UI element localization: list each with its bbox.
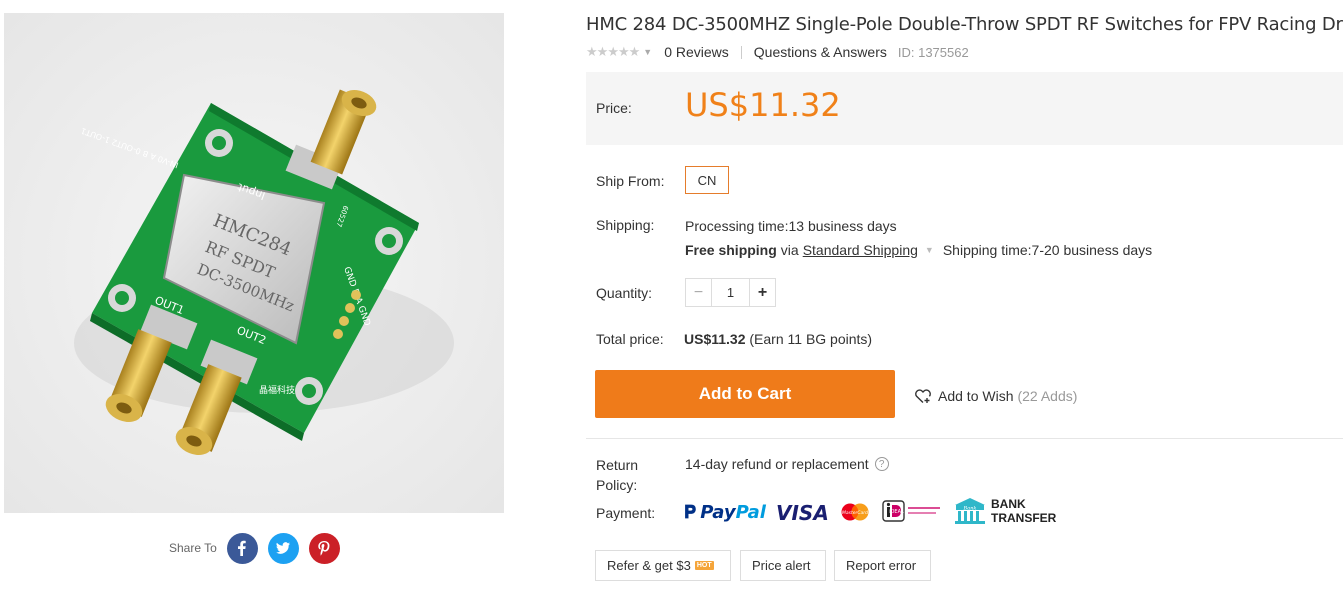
processing-time: Processing time:13 business days xyxy=(685,218,897,234)
payment-label: Payment: xyxy=(596,505,656,521)
quantity-input[interactable] xyxy=(712,279,749,306)
shipping-method-line: Free shipping via Standard Shipping ▼ Sh… xyxy=(685,242,1152,258)
shipping-label: Shipping: xyxy=(596,217,655,233)
return-policy-text: 14-day refund or replacement xyxy=(685,456,869,472)
star-icon: ★ xyxy=(628,44,641,59)
shipping-time: Shipping time:7-20 business days xyxy=(942,242,1153,258)
star-icon: ★ xyxy=(617,44,630,59)
svg-text:Bank: Bank xyxy=(963,505,977,511)
via-text: via xyxy=(780,242,799,258)
divider xyxy=(586,438,1343,439)
product-id: ID: 1375562 xyxy=(897,44,969,60)
report-error-button[interactable]: Report error xyxy=(834,550,931,581)
svg-text:iDEAL: iDEAL xyxy=(889,509,904,515)
quantity-decrease-button[interactable]: − xyxy=(686,279,712,306)
shipping-method-link[interactable]: Standard Shipping xyxy=(803,242,918,258)
star-icon: ★ xyxy=(607,44,619,59)
qa-link[interactable]: Questions & Answers xyxy=(754,44,887,60)
mastercard-logo: MasterCard xyxy=(840,503,870,521)
product-image[interactable]: HMC284 RF SPDT DC-3500MHz Input OUT1 OUT… xyxy=(4,13,504,513)
star-icon: ★ xyxy=(596,44,609,59)
total-price-value: US$11.32 xyxy=(684,331,746,347)
facebook-icon xyxy=(238,540,247,556)
add-to-wish-label: Add to Wish xyxy=(938,388,1014,404)
return-policy-label: Return Policy: xyxy=(596,457,639,493)
rating-caret-icon[interactable]: ▼ xyxy=(643,47,652,57)
share-label: Share To xyxy=(169,541,217,555)
quantity-label: Quantity: xyxy=(596,285,653,301)
star-icon: ★ xyxy=(586,44,598,59)
total-price-label: Total price: xyxy=(596,331,664,347)
free-shipping-text: Free shipping xyxy=(685,242,777,258)
ideal-logo: iDEAL xyxy=(882,500,942,524)
bank-transfer-text: BANK TRANSFER xyxy=(991,497,1056,525)
share-bar: Share To xyxy=(169,532,340,564)
rating-stars[interactable]: ★ ★ ★ ★ ★ xyxy=(586,44,641,60)
twitter-icon xyxy=(276,542,291,554)
total-price: US$11.32 (Earn 11 BG points) xyxy=(684,331,872,347)
pinterest-share-button[interactable] xyxy=(308,532,340,564)
add-to-wish-button[interactable]: Add to Wish (22 Adds) xyxy=(914,388,1077,404)
shipping-dropdown-icon[interactable]: ▼ xyxy=(925,245,934,255)
svg-text:MasterCard: MasterCard xyxy=(842,510,868,516)
help-icon[interactable]: ? xyxy=(874,457,889,471)
quantity-increase-button[interactable]: + xyxy=(749,279,775,306)
ship-from-label: Ship From: xyxy=(596,173,665,189)
add-to-cart-button[interactable]: Add to Cart xyxy=(595,370,895,418)
reviews-link[interactable]: 0 Reviews xyxy=(664,44,729,60)
bank-line-2: TRANSFER xyxy=(991,511,1057,525)
refer-label: Refer & get $3 xyxy=(607,558,691,573)
product-title: HMC 284 DC-3500MHZ Single-Pole Double-Th… xyxy=(586,14,1343,35)
hot-badge: HOT xyxy=(694,561,714,570)
refer-button[interactable]: Refer & get $3 HOT xyxy=(595,550,731,581)
bank-transfer-logo: Bank BANK TRANSFER xyxy=(954,497,1056,525)
price-alert-button[interactable]: Price alert xyxy=(740,550,826,581)
paypal-logo: 𝐏 PayPal xyxy=(684,502,766,523)
bg-points: (Earn 11 BG points) xyxy=(749,331,873,347)
ship-from-option-cn[interactable]: CN xyxy=(685,166,729,194)
facebook-share-button[interactable] xyxy=(226,532,258,564)
visa-logo: VISA xyxy=(776,501,829,525)
pinterest-icon xyxy=(318,541,330,556)
paypal-text-pal: Pal xyxy=(735,502,766,523)
quantity-stepper: − + xyxy=(685,278,776,307)
review-meta: ★ ★ ★ ★ ★ ▼ 0 Reviews Questions & Answers ID… xyxy=(586,44,969,60)
paypal-text-pay: Pay xyxy=(700,502,736,523)
price-value: US$11.32 xyxy=(685,86,841,124)
bank-line-1: BANK xyxy=(991,497,1026,511)
return-policy: 14-day refund or replacement ? xyxy=(685,456,889,472)
wish-count: (22 Adds) xyxy=(1017,388,1078,404)
heart-plus-icon xyxy=(915,389,931,404)
price-label: Price: xyxy=(596,100,632,116)
svg-text:晶福科技: 晶福科技 xyxy=(259,384,295,396)
twitter-share-button[interactable] xyxy=(267,532,299,564)
bank-icon: Bank xyxy=(955,498,985,524)
separator xyxy=(740,45,742,59)
